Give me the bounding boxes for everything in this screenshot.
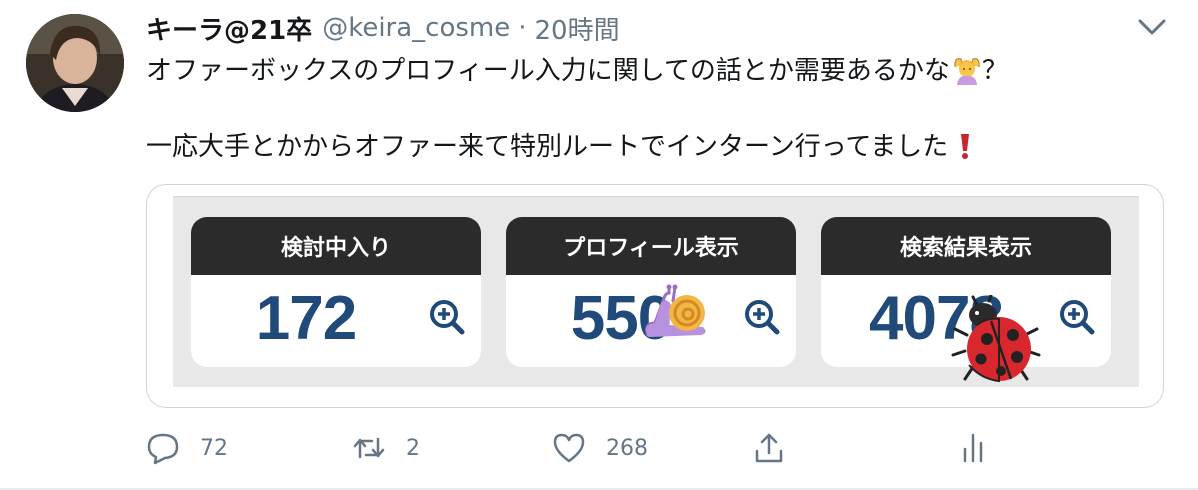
tweet-media-image[interactable]: 検討中入り 172 プロフィール表示 550 検索結果表示 4078 <box>146 184 1164 408</box>
analytics-button[interactable] <box>956 428 990 468</box>
zoom-in-icon <box>1057 297 1097 337</box>
tweet-text: オファーボックスのプロフィール入力に関しての話とか需要あるかな ？ 一応大手とかか… <box>146 52 1166 166</box>
stat-card-title: 検索結果表示 <box>821 217 1111 275</box>
stat-card-considering: 検討中入り 172 <box>191 217 481 367</box>
zoom-in-icon <box>427 297 467 337</box>
reply-button[interactable]: 72 <box>146 428 228 468</box>
share-button[interactable] <box>752 428 786 468</box>
media-content: 検討中入り 172 プロフィール表示 550 検索結果表示 4078 <box>173 185 1139 387</box>
share-icon <box>752 431 786 465</box>
retweet-count: 2 <box>406 435 420 461</box>
stat-card-value: 172 <box>255 284 357 353</box>
stat-card-title: 検討中入り <box>191 217 481 275</box>
tweet-actions: 72 2 268 <box>146 428 996 468</box>
exclamation-mark-emoji-icon <box>950 131 980 161</box>
media-top-strip <box>173 185 1139 197</box>
reply-icon <box>146 431 180 465</box>
ladybug-sticker <box>951 293 1041 391</box>
stat-card-title: プロフィール表示 <box>506 217 796 275</box>
like-button[interactable]: 268 <box>552 428 648 468</box>
separator-dot: · <box>518 13 527 43</box>
tweet[interactable]: キーラ@21卒 @keira_cosme · 20時間 オファーボックスのプロフ… <box>0 0 1198 490</box>
user-handle[interactable]: @keira_cosme <box>322 13 510 43</box>
tweet-header: キーラ@21卒 @keira_cosme · 20時間 <box>146 10 620 46</box>
tweet-text-line-1-suffix: ？ <box>981 56 1008 86</box>
heart-icon <box>552 431 586 465</box>
display-name[interactable]: キーラ@21卒 <box>146 10 312 47</box>
analytics-icon <box>956 431 990 465</box>
tweet-text-line-2: 一応大手とかからオファー来て特別ルートでインターン行ってました <box>146 128 1166 166</box>
like-count: 268 <box>606 435 648 461</box>
zoom-in-icon <box>742 297 782 337</box>
tweet-text-line-1-content: オファーボックスのプロフィール入力に関しての話とか需要あるかな <box>146 56 950 86</box>
chevron-down-icon[interactable] <box>1132 12 1172 42</box>
retweet-button[interactable]: 2 <box>352 428 420 468</box>
tweet-text-line-1: オファーボックスのプロフィール入力に関しての話とか需要あるかな ？ <box>146 52 1166 90</box>
tweet-text-line-2-content: 一応大手とかからオファー来て特別ルートでインターン行ってました <box>146 132 949 162</box>
avatar[interactable] <box>26 14 124 112</box>
reply-count: 72 <box>200 435 228 461</box>
snail-sticker <box>643 283 711 343</box>
timestamp[interactable]: 20時間 <box>535 10 620 47</box>
person-gesturing-ok-emoji-icon <box>952 55 982 85</box>
retweet-icon <box>352 431 386 465</box>
